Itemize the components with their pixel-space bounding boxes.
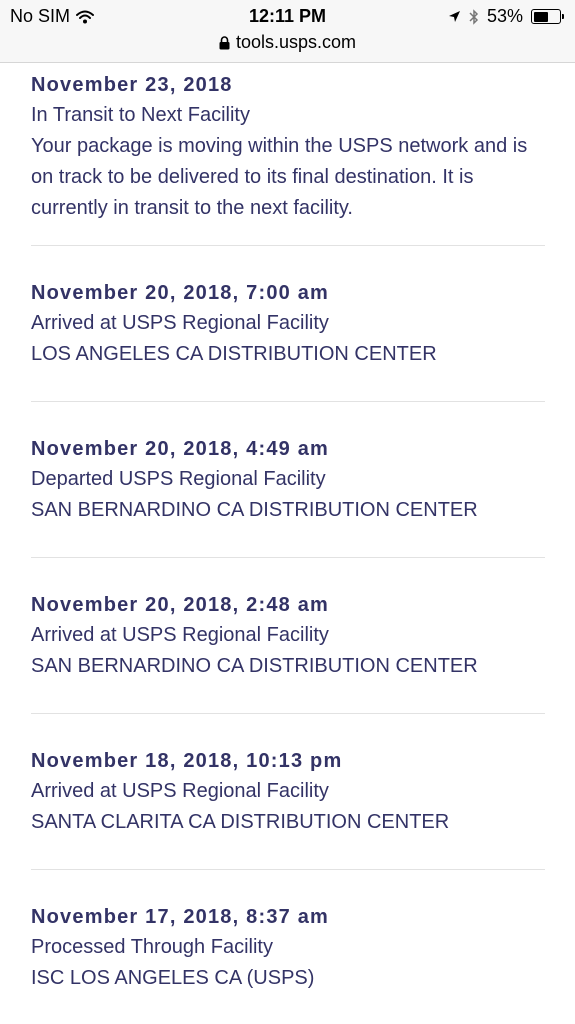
event-date: November 20, 2018, 7:00 am [31, 282, 330, 304]
event-location: SAN BERNARDINO CA DISTRIBUTION CENTER [31, 499, 478, 521]
event-status: In Transit to Next Facility [31, 104, 250, 126]
event-detail: Your package is moving within the USPS n… [31, 135, 528, 219]
event-location: ISC LOS ANGELES CA (USPS) [31, 967, 315, 989]
battery-tip [562, 14, 564, 19]
url-text: tools.usps.com [235, 32, 357, 52]
bluetooth-icon [469, 8, 479, 25]
event-status: Arrived at USPS Regional Facility [31, 312, 329, 334]
event-status: Departed USPS Regional Facility [31, 468, 326, 490]
battery-fill [533, 11, 549, 22]
event-status: Processed Through Facility [31, 936, 273, 958]
event-date: November 23, 2018 [31, 74, 233, 96]
lock-icon [219, 35, 230, 49]
event-location: LOS ANGELES CA DISTRIBUTION CENTER [31, 343, 437, 365]
status-bar: No SIM 12:11 PM 53% tools.usps.com [0, 0, 575, 63]
event-location: SAN BERNARDINO CA DISTRIBUTION CENTER [31, 655, 478, 677]
battery-icon [531, 9, 564, 24]
event-date: November 18, 2018, 10:13 pm [31, 750, 343, 772]
tracking-event: November 17, 2018, 8:37 am Processed Thr… [31, 870, 545, 994]
event-location: SANTA CLARITA CA DISTRIBUTION CENTER [31, 811, 450, 833]
event-status: Arrived at USPS Regional Facility [31, 624, 329, 646]
event-status: Arrived at USPS Regional Facility [31, 780, 329, 802]
tracking-history: November 23, 2018 In Transit to Next Fac… [31, 62, 545, 994]
status-icons: 53% [448, 6, 564, 27]
tracking-event: November 20, 2018, 4:49 am Departed USPS… [31, 402, 545, 526]
tracking-event: November 18, 2018, 10:13 pm Arrived at U… [31, 714, 545, 838]
url-bar[interactable]: tools.usps.com [0, 32, 575, 53]
battery-percent: 53% [486, 6, 523, 26]
location-arrow-icon [448, 11, 460, 22]
tracking-event: November 20, 2018, 2:48 am Arrived at US… [31, 558, 545, 682]
event-date: November 17, 2018, 8:37 am [31, 906, 330, 928]
tracking-event: November 23, 2018 In Transit to Next Fac… [31, 62, 545, 224]
event-date: November 20, 2018, 4:49 am [31, 438, 330, 460]
tracking-event: November 20, 2018, 7:00 am Arrived at US… [31, 246, 545, 370]
event-date: November 20, 2018, 2:48 am [31, 594, 330, 616]
